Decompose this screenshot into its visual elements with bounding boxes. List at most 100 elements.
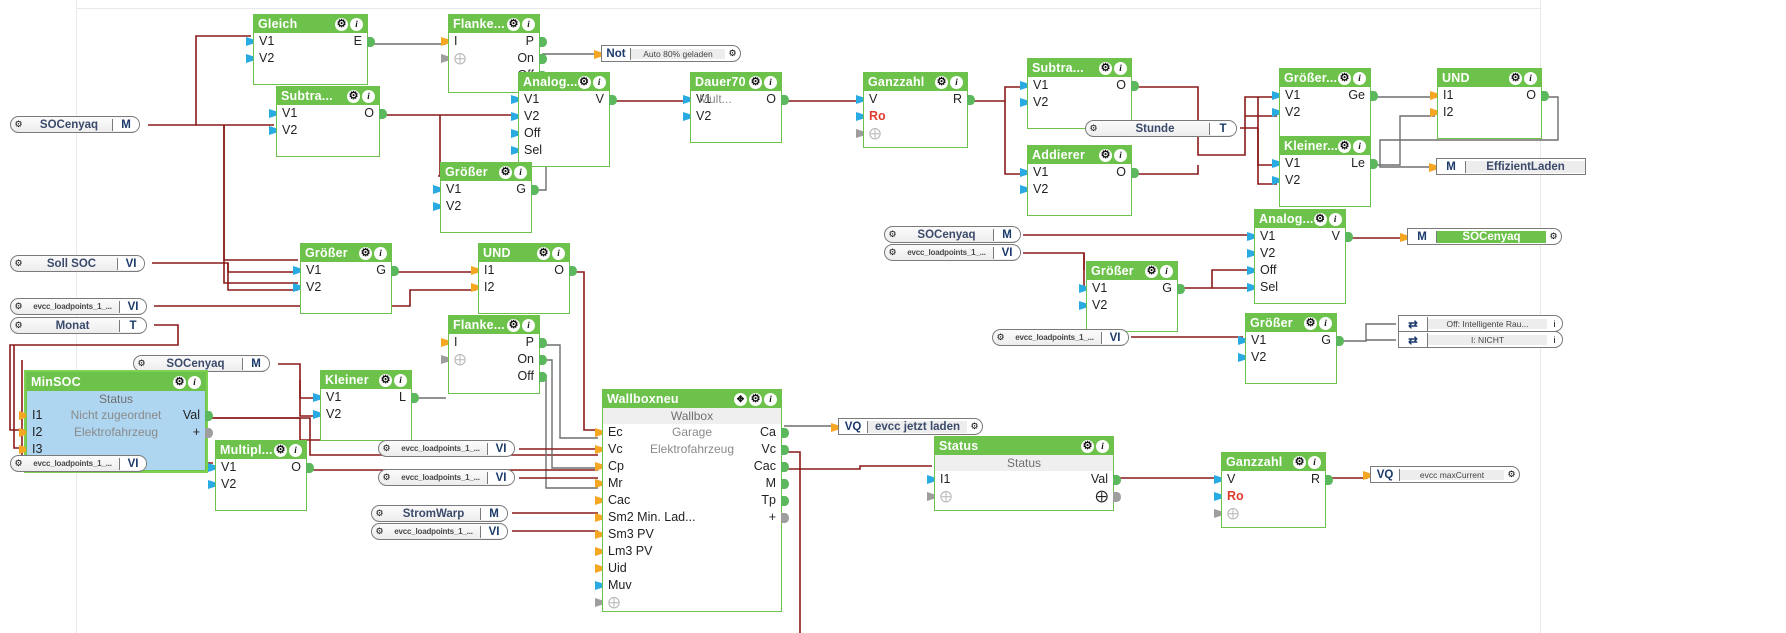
- port-row[interactable]: Ro: [1214, 488, 1325, 505]
- gear-icon[interactable]: ⚙: [1099, 61, 1112, 75]
- port-row[interactable]: ⨁: [856, 125, 967, 142]
- gear-icon[interactable]: ⚙: [749, 75, 762, 89]
- block-header[interactable]: Wallboxneu ✥ ⚙ i: [603, 390, 781, 408]
- gear-icon[interactable]: ⚙: [1145, 264, 1158, 278]
- block-header[interactable]: MinSOC ⚙ i: [27, 373, 205, 391]
- port-row[interactable]: VR: [856, 91, 975, 108]
- info-icon[interactable]: i: [1328, 212, 1342, 226]
- gear-icon[interactable]: ⚙: [507, 17, 520, 31]
- port-row[interactable]: V2: [208, 476, 306, 493]
- info-icon[interactable]: i: [1547, 335, 1562, 345]
- link-icon[interactable]: ⇄: [1399, 316, 1428, 331]
- gear-icon[interactable]: ⚙: [173, 375, 186, 389]
- io-pill-evcc-loadpoints-3[interactable]: ⚙ evcc_loadpoints_1_... VI: [378, 440, 515, 457]
- input-pin[interactable]: [433, 185, 440, 194]
- input-pin[interactable]: [511, 146, 518, 155]
- port-row[interactable]: V1 L: [313, 389, 419, 406]
- output-pin[interactable]: [1541, 91, 1549, 101]
- output-pin[interactable]: [507, 509, 508, 519]
- input-pin[interactable]: [1430, 108, 1437, 117]
- input-pin[interactable]: [1214, 492, 1221, 501]
- output-pin[interactable]: [306, 463, 314, 473]
- info-icon[interactable]: i: [350, 17, 363, 31]
- block-header[interactable]: UND ⚙ i: [479, 244, 569, 262]
- output-pin[interactable]: [539, 338, 547, 348]
- input-pin[interactable]: [511, 129, 518, 138]
- port-row[interactable]: Mr M: [595, 475, 789, 492]
- block-header[interactable]: Größer ⚙ i: [1246, 314, 1336, 332]
- port-row[interactable]: IP: [441, 33, 547, 50]
- input-pin[interactable]: [269, 109, 276, 118]
- gear-icon[interactable]: ⚙: [1099, 148, 1112, 162]
- input-pin[interactable]: [595, 496, 602, 505]
- input-pin[interactable]: [927, 475, 934, 484]
- add-port-icon[interactable]: +: [193, 424, 200, 441]
- misc-box-i-nicht[interactable]: ⇄ I: NICHT i: [1398, 331, 1563, 348]
- input-pin[interactable]: [856, 95, 863, 104]
- port-row[interactable]: Ro: [856, 108, 967, 125]
- port-row[interactable]: V2: [313, 406, 411, 423]
- input-pin[interactable]: [1247, 249, 1254, 258]
- output-box-not-auto80[interactable]: Not Auto 80% geladen ⚙: [594, 45, 741, 62]
- block-wallboxneu[interactable]: Wallboxneu ✥ ⚙ i Wallbox Ec Garage Ca Vc Elek…: [595, 389, 789, 612]
- block-header[interactable]: Analog... ⚙ i: [1255, 210, 1345, 228]
- add-port-icon[interactable]: ⨁: [940, 489, 952, 503]
- block-header[interactable]: Subtra... ⚙ i: [277, 87, 379, 105]
- gear-icon[interactable]: ⚙: [967, 421, 982, 432]
- port-row[interactable]: V1 O: [269, 105, 387, 122]
- block-header[interactable]: Gleich ⚙ i: [254, 15, 367, 33]
- port-row[interactable]: V2: [1247, 245, 1345, 262]
- info-icon[interactable]: i: [552, 246, 565, 260]
- input-pin[interactable]: [1247, 283, 1254, 292]
- input-pin[interactable]: [856, 129, 863, 138]
- gear-icon[interactable]: ⚙: [993, 332, 1008, 343]
- gear-icon[interactable]: ⚙: [935, 75, 948, 89]
- io-pill-evcc-loadpoints-4[interactable]: ⚙ evcc_loadpoints_1_... VI: [378, 469, 515, 486]
- input-pin[interactable]: [595, 513, 602, 522]
- output-pin[interactable]: [391, 266, 399, 276]
- input-pin[interactable]: [594, 50, 601, 59]
- block-header[interactable]: Status ⚙ i: [935, 437, 1113, 455]
- input-pin[interactable]: [208, 463, 215, 472]
- block-subtrahierer-1[interactable]: Subtra... ⚙ i V1 O V2: [269, 86, 387, 157]
- info-icon[interactable]: i: [1524, 71, 1537, 85]
- io-pill-stunde[interactable]: ⚙ Stunde T: [1085, 120, 1237, 137]
- info-icon[interactable]: i: [1547, 319, 1562, 329]
- block-kleiner-1[interactable]: Kleiner... ⚙ i V1 Le V2: [1272, 136, 1378, 207]
- input-pin[interactable]: [471, 266, 478, 275]
- port-row[interactable]: I2: [471, 279, 569, 296]
- output-box-effizientladen[interactable]: M EffizientLaden: [1429, 158, 1586, 175]
- input-pin[interactable]: [595, 598, 602, 607]
- io-pill-stromwarp[interactable]: ⚙ StromWarp M: [371, 505, 508, 522]
- output-pin[interactable]: [781, 513, 789, 523]
- port-row[interactable]: I1 Nicht zugeordnet Val: [19, 407, 213, 424]
- gear-icon[interactable]: ⚙: [1086, 123, 1101, 134]
- port-row[interactable]: IP: [441, 334, 547, 351]
- block-groesser-1[interactable]: Größer... ⚙ i V1 Ge V2: [1272, 68, 1378, 139]
- block-ganzzahl-1[interactable]: Ganzzahl ⚙ i VR Ro ⨁: [856, 72, 975, 148]
- info-icon[interactable]: i: [1096, 439, 1109, 453]
- info-icon[interactable]: i: [950, 75, 963, 89]
- input-pin[interactable]: [1272, 176, 1279, 185]
- output-pin[interactable]: [146, 321, 147, 331]
- gear-icon[interactable]: ⚙: [274, 443, 287, 457]
- port-row[interactable]: ⨁ On: [441, 351, 547, 368]
- io-pill-evcc-loadpoints-6[interactable]: ⚙ evcc_loadpoints_1_... VI: [884, 244, 1021, 261]
- add-port-icon[interactable]: ⨁: [454, 51, 466, 65]
- input-pin[interactable]: [1429, 163, 1436, 172]
- output-pin[interactable]: [1336, 336, 1344, 346]
- output-pin[interactable]: [781, 95, 789, 105]
- block-analog-1[interactable]: Analog... ⚙ i V1 V V2 Off Sel: [511, 72, 617, 167]
- gear-icon[interactable]: ⚙: [379, 373, 392, 387]
- input-pin[interactable]: [1272, 159, 1279, 168]
- input-pin[interactable]: [1079, 284, 1086, 293]
- gear-icon[interactable]: ⚙: [577, 75, 591, 89]
- gear-icon[interactable]: ⚙: [372, 526, 387, 537]
- gear-icon[interactable]: ⚙: [507, 318, 520, 332]
- input-pin[interactable]: [1020, 185, 1027, 194]
- io-pill-monat[interactable]: ⚙ Monat T: [10, 317, 147, 334]
- input-pin[interactable]: [433, 202, 440, 211]
- info-icon[interactable]: i: [1114, 148, 1127, 162]
- io-pill-evcc-loadpoints-1[interactable]: ⚙ evcc_loadpoints_1_... VI: [10, 298, 147, 315]
- output-pin[interactable]: [1020, 230, 1021, 240]
